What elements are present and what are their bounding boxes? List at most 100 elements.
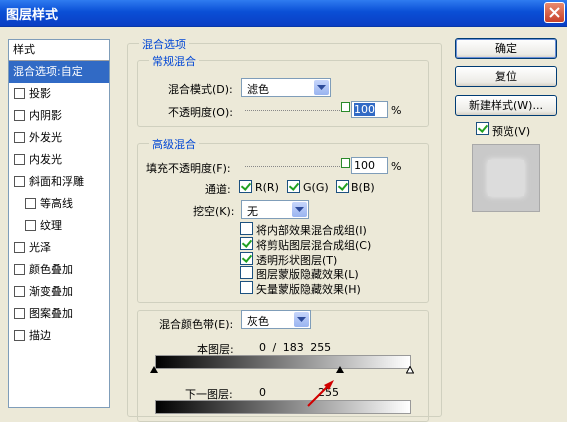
sidebar-item-inner-glow[interactable]: 内发光 [9,149,109,171]
sidebar-item-label: 光泽 [29,241,51,254]
sidebar-item-blending-options[interactable]: 混合选项:自定 [9,61,109,83]
sidebar-item-outer-glow[interactable]: 外发光 [9,127,109,149]
style-preview-thumbnail [472,144,540,212]
preview-checkbox[interactable] [476,122,489,135]
channel-b-checkbox[interactable] [336,180,349,193]
sidebar-item-color-overlay[interactable]: 颜色叠加 [9,259,109,281]
fill-opacity-slider[interactable] [245,166,346,167]
dropdown-arrow [294,312,309,327]
sidebar-item-label: 渐变叠加 [29,285,73,298]
sidebar-item-label: 描边 [29,329,51,342]
blend-interior-effects-checkbox[interactable] [240,222,253,235]
sidebar-item-label: 混合选项:自定 [13,65,83,78]
blend-if-value: 灰色 [247,315,269,328]
inner-glow-checkbox[interactable] [14,154,25,165]
satin-checkbox[interactable] [14,242,25,253]
channel-r-checkbox[interactable] [239,180,252,193]
blend-mode-label: 混合模式(D): [168,83,233,96]
sidebar-item-drop-shadow[interactable]: 投影 [9,83,109,105]
new-style-button[interactable]: 新建样式(W)... [455,95,557,116]
window-title: 图层样式 [6,8,59,23]
fill-opacity-value: 100 [354,159,375,172]
channel-g-label: G(G) [303,181,329,194]
pattern-overlay-checkbox[interactable] [14,308,25,319]
outer-glow-checkbox[interactable] [14,132,25,143]
this-layer-split-handle-icon[interactable] [336,366,344,374]
sidebar-item-label: 图案叠加 [29,307,73,320]
chevron-down-icon [317,85,326,90]
close-icon [549,7,560,18]
texture-checkbox[interactable] [25,220,36,231]
channel-r-label: R(R) [255,181,279,194]
chevron-down-icon [295,207,304,212]
opacity-slider-thumb[interactable] [341,102,350,112]
styles-list-header[interactable]: 样式 [9,40,109,61]
styles-list: 样式 混合选项:自定 投影 内阴影 外发光 内发光 斜面和浮雕 等高线 纹理 光… [8,39,110,408]
blend-interior-effects-label: 将内部效果混合成组(I) [256,224,367,237]
title-bar: 图层样式 [0,0,567,27]
blend-mode-select[interactable]: 滤色 [241,78,331,97]
sidebar-item-label: 颜色叠加 [29,263,73,276]
sidebar-item-label: 斜面和浮雕 [29,175,84,188]
this-layer-values: 0 / 183 255 [259,341,332,354]
opacity-input[interactable]: 100 [351,101,388,118]
contour-checkbox[interactable] [25,198,36,209]
ok-button[interactable]: 确定 [455,38,557,59]
sidebar-item-label: 等高线 [40,197,73,210]
blend-clipped-layers-checkbox[interactable] [240,237,253,250]
transparency-shapes-checkbox[interactable] [240,252,253,265]
blend-clipped-layers-label: 将剪贴图层混合成组(C) [256,239,372,252]
opacity-slider[interactable] [245,110,346,111]
opacity-label: 不透明度(O): [168,106,233,119]
sidebar-item-label: 内阴影 [29,109,62,122]
layer-mask-hides-effects-checkbox[interactable] [240,266,253,279]
advanced-blending-title: 高级混合 [149,136,199,152]
blend-if-select[interactable]: 灰色 [241,310,311,329]
close-button[interactable] [544,2,565,23]
reset-button[interactable]: 复位 [455,66,557,87]
sidebar-item-inner-shadow[interactable]: 内阴影 [9,105,109,127]
bevel-emboss-checkbox[interactable] [14,176,25,187]
sidebar-item-label: 纹理 [40,219,62,232]
gradient-overlay-checkbox[interactable] [14,286,25,297]
knockout-select[interactable]: 无 [241,200,309,219]
general-blending-title: 常规混合 [149,53,199,69]
vector-mask-hides-effects-label: 矢量蒙版隐藏效果(H) [256,283,361,296]
vector-mask-hides-effects-checkbox[interactable] [240,281,253,294]
sidebar-item-texture[interactable]: 纹理 [9,215,109,237]
opacity-unit: % [391,104,402,117]
opacity-value: 100 [354,103,375,116]
this-layer-black-handle-icon[interactable] [150,366,158,374]
inner-shadow-checkbox[interactable] [14,110,25,121]
knockout-value: 无 [247,205,258,218]
arrow-pointer-icon [307,380,334,407]
channels-label: 通道: [205,183,231,196]
this-layer-white-handle-icon[interactable] [406,366,414,374]
sidebar-item-satin[interactable]: 光泽 [9,237,109,259]
sidebar-item-label: 投影 [29,87,51,100]
sidebar-item-pattern-overlay[interactable]: 图案叠加 [9,303,109,325]
stroke-checkbox[interactable] [14,330,25,341]
color-overlay-checkbox[interactable] [14,264,25,275]
underlying-layer-low: 0 [259,386,266,399]
fill-opacity-slider-thumb[interactable] [341,158,350,168]
channel-g-checkbox[interactable] [287,180,300,193]
sidebar-item-gradient-overlay[interactable]: 渐变叠加 [9,281,109,303]
sidebar-item-label: 外发光 [29,131,62,144]
blend-if-label: 混合颜色带(E): [159,318,234,331]
sidebar-item-label: 内发光 [29,153,62,166]
underlying-layer-gradient [155,400,411,414]
this-layer-gradient [155,355,411,369]
sidebar-item-stroke[interactable]: 描边 [9,325,109,347]
fill-opacity-input[interactable]: 100 [351,157,388,174]
style-preview-swatch [488,160,524,196]
preview-label: 预览(V) [492,125,531,138]
dropdown-arrow [314,80,329,95]
blend-mode-value: 滤色 [247,83,269,96]
drop-shadow-checkbox[interactable] [14,88,25,99]
sidebar-item-bevel-emboss[interactable]: 斜面和浮雕 [9,171,109,193]
fill-opacity-label: 填充不透明度(F): [146,162,231,175]
blending-options-title: 混合选项 [139,36,189,52]
sidebar-item-contour[interactable]: 等高线 [9,193,109,215]
channel-b-label: B(B) [351,181,375,194]
